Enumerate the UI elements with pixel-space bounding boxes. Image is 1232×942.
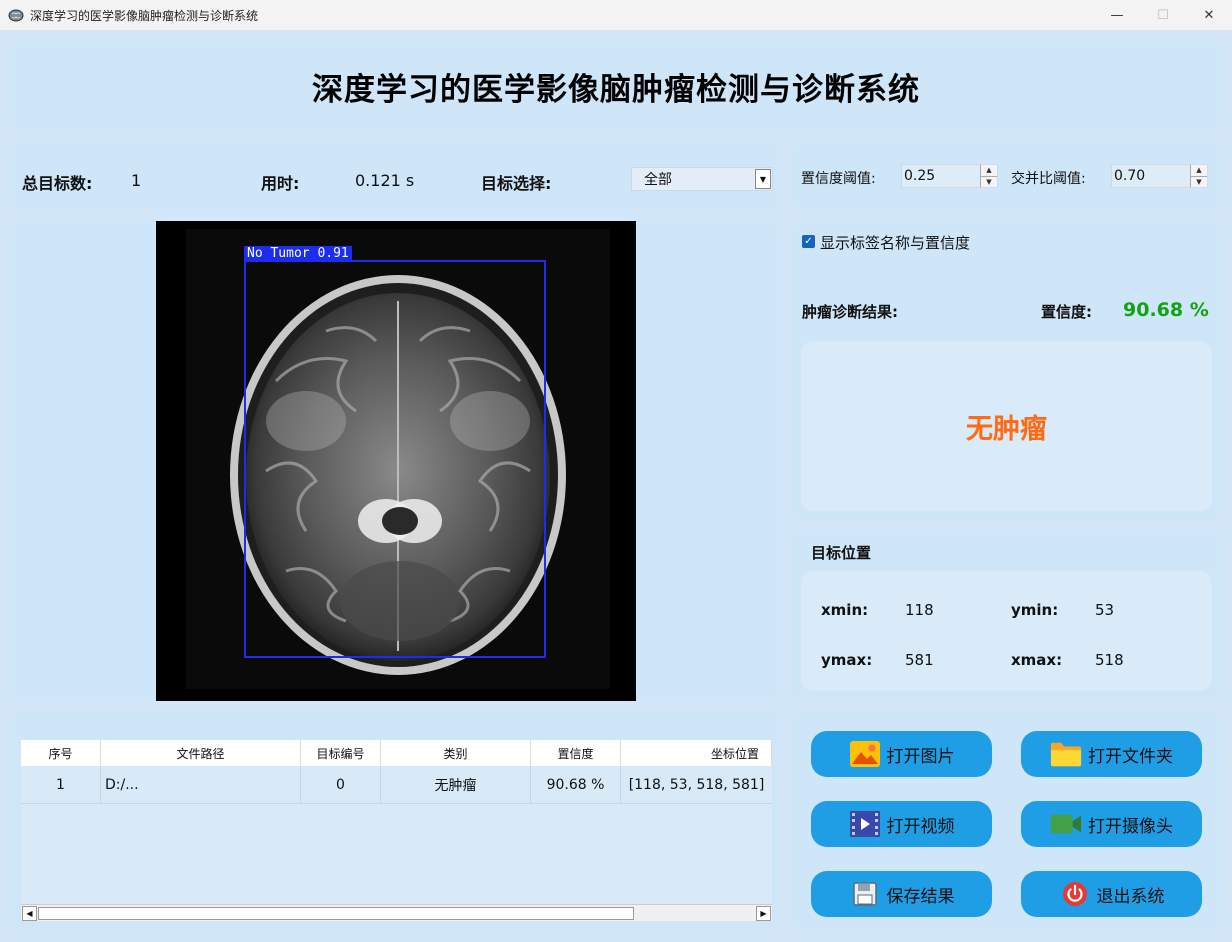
detection-label: No Tumor 0.91 [244, 246, 352, 262]
scroll-right-icon[interactable]: ▶ [756, 906, 771, 921]
exit-system-label: 退出系统 [1096, 886, 1165, 907]
minimize-button[interactable]: — [1094, 0, 1140, 31]
stats-panel: 总目标数: 1 用时: 0.121 s 目标选择: 全部 ▼ [10, 141, 781, 211]
show-label-checkbox[interactable]: ✓ [802, 235, 815, 248]
column-header[interactable]: 置信度 [531, 740, 621, 766]
open-image-label: 打开图片 [886, 746, 955, 767]
ymin-label: ymin: [1011, 601, 1059, 619]
image-icon [849, 740, 881, 768]
header-panel: 深度学习的医学影像脑肿瘤检测与诊断系统 [10, 41, 1222, 131]
table-cell: 无肿瘤 [381, 766, 531, 804]
iou-threshold-spinbox[interactable]: 0.70 ▲ ▼ [1111, 164, 1208, 188]
table-cell: D:/... [101, 766, 301, 804]
power-icon [1059, 880, 1091, 908]
confidence-value: 90.68 % [1123, 299, 1209, 321]
open-image-button[interactable]: 打开图片 [811, 731, 992, 777]
confidence-label: 置信度: [1041, 303, 1092, 321]
threshold-panel: 置信度阈值: 0.25 ▲ ▼ 交并比阈值: 0.70 ▲ ▼ [791, 141, 1222, 211]
target-select-label: 目标选择: [481, 174, 552, 193]
iou-threshold-value: 0.70 [1114, 168, 1146, 184]
diagnosis-label: 肿瘤诊断结果: [802, 303, 898, 321]
save-icon [849, 880, 881, 908]
open-folder-label: 打开文件夹 [1088, 746, 1173, 767]
xmax-value: 518 [1095, 651, 1124, 669]
total-targets-value: 1 [131, 171, 142, 190]
conf-threshold-value: 0.25 [904, 168, 936, 184]
scroll-left-icon[interactable]: ◀ [22, 906, 37, 921]
diagnosis-result-box: 无肿瘤 [801, 341, 1212, 511]
open-folder-button[interactable]: 打开文件夹 [1021, 731, 1202, 777]
detection-bounding-box [244, 260, 546, 658]
window-titlebar: 深度学习的医学影像脑肿瘤检测与诊断系统 — ☐ ✕ [0, 0, 1232, 31]
results-table: 序号 文件路径 目标编号 类别 置信度 坐标位置 1 D:/... 0 无肿瘤 … [21, 740, 772, 921]
open-camera-label: 打开摄像头 [1088, 816, 1173, 837]
ymax-label: ymax: [821, 651, 873, 669]
save-result-button[interactable]: 保存结果 [811, 871, 992, 917]
save-result-label: 保存结果 [886, 886, 955, 907]
horizontal-scrollbar[interactable]: ◀ ▶ [21, 904, 772, 921]
table-cell: [118, 53, 518, 581] [628, 777, 765, 793]
conf-threshold-spinbox[interactable]: 0.25 ▲ ▼ [901, 164, 998, 188]
spin-up-icon[interactable]: ▲ [981, 165, 997, 177]
brain-icon [8, 9, 24, 22]
conf-threshold-label: 置信度阈值: [801, 171, 876, 187]
ymax-value: 581 [905, 651, 934, 669]
scrollbar-thumb[interactable] [38, 907, 634, 920]
iou-threshold-label: 交并比阈值: [1011, 171, 1086, 187]
xmax-label: xmax: [1011, 651, 1063, 669]
show-label-checkbox-label[interactable]: 显示标签名称与置信度 [820, 232, 970, 253]
target-position-panel: 目标位置 xmin: 118 ymin: 53 ymax: 581 xmax: … [791, 531, 1222, 701]
table-cell: 90.68 % [531, 766, 621, 804]
target-select[interactable]: 全部 ▼ [631, 167, 773, 191]
open-video-button[interactable]: 打开视频 [811, 801, 992, 847]
position-box: xmin: 118 ymin: 53 ymax: 581 xmax: 518 [801, 571, 1212, 691]
window-title: 深度学习的医学影像脑肿瘤检测与诊断系统 [30, 8, 259, 23]
result-panel: ✓ 显示标签名称与置信度 肿瘤诊断结果: 置信度: 90.68 % 无肿瘤 [791, 221, 1222, 521]
spin-up-icon[interactable]: ▲ [1191, 165, 1207, 177]
open-camera-button[interactable]: 打开摄像头 [1021, 801, 1202, 847]
target-select-value: 全部 [644, 172, 672, 188]
spin-down-icon[interactable]: ▼ [1191, 177, 1207, 188]
position-title: 目标位置 [811, 544, 872, 562]
table-cell: 0 [301, 766, 381, 804]
open-video-label: 打开视频 [886, 816, 955, 837]
exit-system-button[interactable]: 退出系统 [1021, 871, 1202, 917]
folder-icon [1050, 740, 1082, 768]
close-button[interactable]: ✕ [1186, 0, 1232, 31]
maximize-button[interactable]: ☐ [1140, 0, 1186, 31]
results-table-panel: 序号 文件路径 目标编号 类别 置信度 坐标位置 1 D:/... 0 无肿瘤 … [10, 711, 781, 931]
table-cell: 1 [21, 766, 101, 804]
xmin-value: 118 [905, 601, 934, 619]
ymin-value: 53 [1095, 601, 1115, 619]
time-label: 用时: [261, 174, 300, 193]
column-header[interactable]: 类别 [381, 740, 531, 766]
column-header[interactable]: 目标编号 [301, 740, 381, 766]
time-value: 0.121 s [355, 171, 415, 190]
video-icon [849, 810, 881, 838]
xmin-label: xmin: [821, 601, 869, 619]
diagnosis-result: 无肿瘤 [966, 413, 1047, 445]
chevron-down-icon[interactable]: ▼ [755, 169, 771, 189]
table-header: 序号 文件路径 目标编号 类别 置信度 坐标位置 [21, 740, 772, 766]
column-header[interactable]: 序号 [21, 740, 101, 766]
image-display-panel: No Tumor 0.91 [10, 221, 781, 701]
camera-icon [1050, 810, 1082, 838]
mri-image: No Tumor 0.91 [156, 221, 636, 701]
column-header[interactable]: 文件路径 [101, 740, 301, 766]
total-targets-label: 总目标数: [22, 174, 93, 193]
table-row[interactable]: 1 D:/... 0 无肿瘤 90.68 % [118, 53, 518, 58… [21, 766, 772, 804]
page-title: 深度学习的医学影像脑肿瘤检测与诊断系统 [312, 71, 920, 108]
column-header[interactable]: 坐标位置 [621, 740, 772, 766]
spin-down-icon[interactable]: ▼ [981, 177, 997, 188]
actions-panel: 打开图片 打开文件夹 打开视频 打开摄像头 保存结果 退出系统 [791, 711, 1222, 931]
